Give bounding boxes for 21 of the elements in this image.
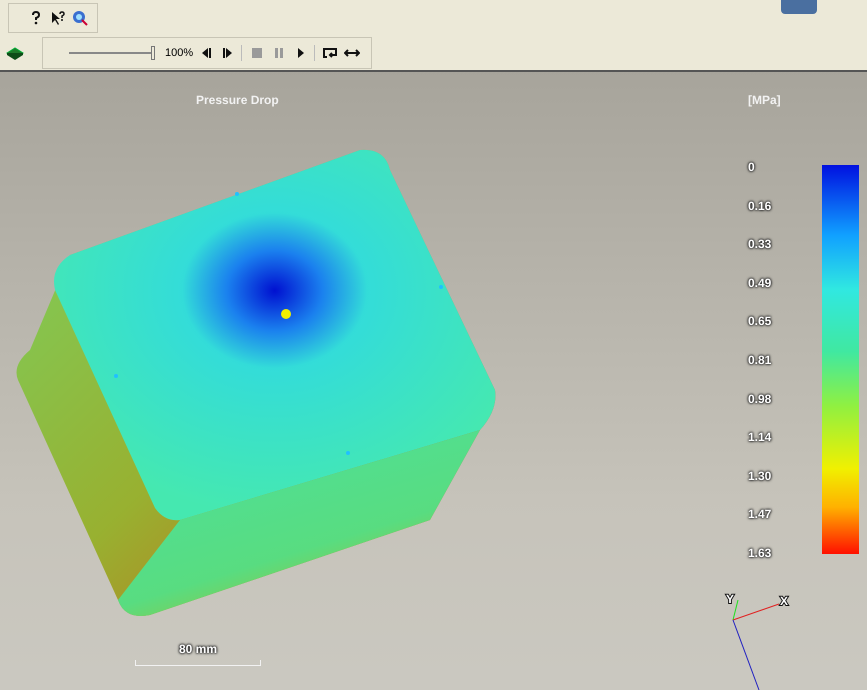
legend-value: 1.14 xyxy=(748,430,772,444)
legend-value: 1.63 xyxy=(748,546,772,560)
zoom-percent: 100% xyxy=(165,46,194,61)
axis-triad-drawing: Y X xyxy=(724,592,794,690)
plot-title: Pressure Drop xyxy=(196,92,279,109)
legend-value: 1.30 xyxy=(748,468,772,483)
unit-label: [MPa] xyxy=(748,92,781,109)
scale-bar-label: 80 mm xyxy=(178,641,218,658)
book-icon[interactable] xyxy=(6,45,24,61)
legend-value: 0 xyxy=(748,160,756,174)
slider-thumb[interactable] xyxy=(151,46,155,60)
legend-value: 0.98 xyxy=(748,392,772,406)
legend-value: 0.16 xyxy=(748,198,772,213)
legend-value: 1.47 xyxy=(748,507,772,522)
animation-slider[interactable] xyxy=(69,46,155,60)
loop-icon[interactable] xyxy=(322,45,338,61)
legend-value: 0.81 xyxy=(748,352,772,367)
legend-value: 0.49 xyxy=(748,276,772,290)
legend-value: 0.33 xyxy=(748,237,772,252)
pointer-question-icon[interactable] xyxy=(50,10,66,26)
legend-value: 0.65 xyxy=(748,314,772,328)
